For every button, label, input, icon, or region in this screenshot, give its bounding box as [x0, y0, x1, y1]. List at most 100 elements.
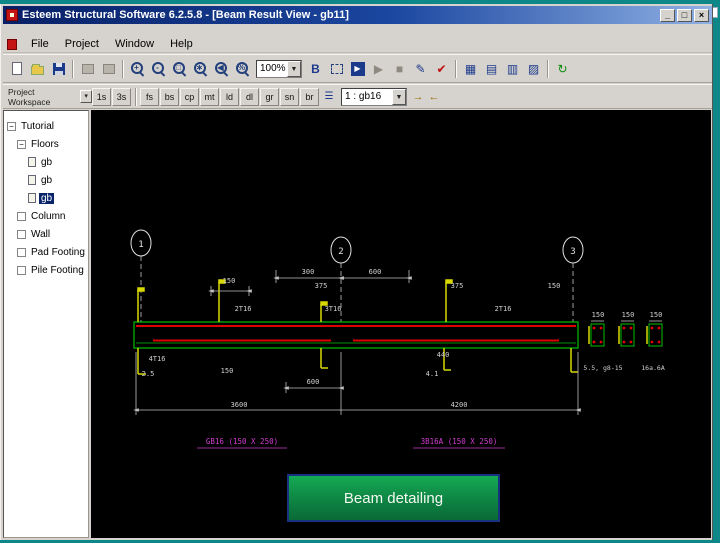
layer-grid-icon: ▨: [527, 61, 540, 76]
zoom-scale-button[interactable]: %: [232, 58, 253, 79]
menu-window[interactable]: Window: [107, 37, 162, 51]
select-window-button[interactable]: [326, 58, 347, 79]
open-folder-icon: [31, 63, 44, 75]
save-button[interactable]: [48, 58, 69, 79]
beam-view-3s-button[interactable]: 3s: [112, 87, 131, 106]
tree-item-gb-selected[interactable]: gb: [4, 189, 88, 207]
expand-icon[interactable]: [17, 229, 26, 239]
expand-icon[interactable]: [17, 247, 26, 257]
zoom-window-button[interactable]: □: [169, 58, 190, 79]
svg-text:150: 150: [650, 311, 663, 319]
chevron-down-icon[interactable]: ▼: [392, 88, 406, 105]
svg-text:3600: 3600: [231, 401, 248, 409]
svg-text:4200: 4200: [451, 401, 468, 409]
beam-doc-icon: [28, 193, 36, 203]
window-title: Esteem Structural Software 6.2.5.8 - [Be…: [22, 9, 349, 21]
bar-schedule-button[interactable]: ▤: [481, 58, 502, 79]
svg-text:150: 150: [622, 311, 635, 319]
beam-view-sn-button[interactable]: sn: [280, 87, 299, 106]
separator: [122, 59, 124, 78]
stop-button[interactable]: ■: [389, 58, 410, 79]
chevron-down-icon[interactable]: ▼: [287, 60, 301, 77]
separator: [455, 59, 457, 78]
beam-view-ld-button[interactable]: ld: [220, 87, 239, 106]
svg-text:4T16: 4T16: [149, 355, 166, 363]
refresh-button[interactable]: ↻: [552, 58, 573, 79]
beam-view-cp-button[interactable]: cp: [180, 87, 199, 106]
prev-beam-button[interactable]: ←: [426, 91, 442, 103]
caption-text: Beam detailing: [343, 489, 444, 507]
menu-bar: File Project Window Help: [3, 36, 712, 53]
tree-item-pad-footing[interactable]: Pad Footing: [4, 243, 88, 261]
beam-doc-icon: [28, 157, 36, 167]
stop-icon: ■: [395, 61, 404, 76]
layer-grid-button[interactable]: ▨: [523, 58, 544, 79]
section-views: [588, 323, 663, 347]
beam-view-bs-button[interactable]: bs: [160, 87, 179, 106]
beam-select-combo[interactable]: 1 : gb16 ▼: [341, 87, 407, 106]
tree-item-column[interactable]: Column: [4, 207, 88, 225]
zoom-in-button[interactable]: +: [127, 58, 148, 79]
detail-grid-button[interactable]: ▥: [502, 58, 523, 79]
tree-item-pile-footing[interactable]: Pile Footing: [4, 261, 88, 279]
menu-project[interactable]: Project: [57, 37, 107, 51]
svg-text:3T16: 3T16: [325, 305, 342, 313]
maximize-button[interactable]: □: [677, 8, 692, 22]
copy-button[interactable]: [98, 58, 119, 79]
app-window: Esteem Structural Software 6.2.5.8 - [Be…: [0, 4, 713, 540]
child-document-icon: [7, 38, 17, 50]
tree-item-gb-2[interactable]: gb: [4, 171, 88, 189]
mdi-frame-strip: [3, 24, 712, 36]
result-table-icon: ▦: [464, 61, 477, 76]
bold-button[interactable]: B: [305, 58, 326, 79]
expand-icon[interactable]: [17, 211, 26, 221]
grid-bubbles: [130, 229, 584, 322]
edit-button[interactable]: ✎: [410, 58, 431, 79]
section-label-left: 5.5, g8-15: [583, 364, 622, 372]
new-document-icon: [11, 62, 22, 75]
beam-view-br-button[interactable]: br: [300, 87, 319, 106]
open-button[interactable]: [27, 58, 48, 79]
menu-file[interactable]: File: [23, 37, 57, 51]
grid-label: 1: [138, 240, 143, 250]
zoom-extents-button[interactable]: ∗: [190, 58, 211, 79]
beam-view-fs-button[interactable]: fs: [140, 87, 159, 106]
save-icon: [52, 62, 65, 75]
beam-view-gr-button[interactable]: gr: [260, 87, 279, 106]
tree-item-wall[interactable]: Wall: [4, 225, 88, 243]
tree-item-floors[interactable]: − Floors: [4, 135, 88, 153]
tree-item-tutorial[interactable]: − Tutorial: [4, 117, 88, 135]
main-toolbar: + - □ ∗ ◀ % 100% ▼ B ▶ ▶ ■ ✎ ✔ ▦ ▤ ▥ ▨ ↻: [3, 54, 712, 83]
beam-elevation: [133, 321, 579, 349]
selection-icon: [330, 63, 343, 74]
minimize-button[interactable]: _: [660, 8, 675, 22]
zoom-level-combo[interactable]: 100% ▼: [256, 59, 302, 78]
beam-view-dl-button[interactable]: dl: [240, 87, 259, 106]
caption-box: Beam detailing: [287, 474, 500, 522]
workspace-dropdown-icon[interactable]: ▾: [80, 90, 92, 103]
menu-help[interactable]: Help: [162, 37, 201, 51]
tree-item-gb-1[interactable]: gb: [4, 153, 88, 171]
beam-mark-left: GB16 (150 X 250): [206, 437, 278, 446]
next-beam-button[interactable]: →: [410, 91, 426, 103]
svg-text:375: 375: [451, 282, 464, 290]
check-button[interactable]: ✔: [431, 58, 452, 79]
beam-list-button[interactable]: ☰: [320, 87, 338, 106]
zoom-out-button[interactable]: -: [148, 58, 169, 79]
title-bar[interactable]: Esteem Structural Software 6.2.5.8 - [Be…: [3, 6, 712, 24]
expand-icon[interactable]: [17, 265, 26, 275]
collapse-icon[interactable]: −: [7, 121, 16, 131]
run-button[interactable]: ▶: [347, 58, 368, 79]
new-document-button[interactable]: [6, 58, 27, 79]
result-table-button[interactable]: ▦: [460, 58, 481, 79]
svg-text:150: 150: [221, 367, 234, 375]
beam-view-1s-button[interactable]: 1s: [92, 87, 111, 106]
zoom-window-icon: □: [172, 61, 187, 76]
close-button[interactable]: ×: [694, 8, 709, 22]
collapse-icon[interactable]: −: [17, 139, 26, 149]
zoom-previous-button[interactable]: ◀: [211, 58, 232, 79]
separator: [547, 59, 549, 78]
print-button[interactable]: [77, 58, 98, 79]
step-button[interactable]: ▶: [368, 58, 389, 79]
beam-view-mt-button[interactable]: mt: [200, 87, 219, 106]
